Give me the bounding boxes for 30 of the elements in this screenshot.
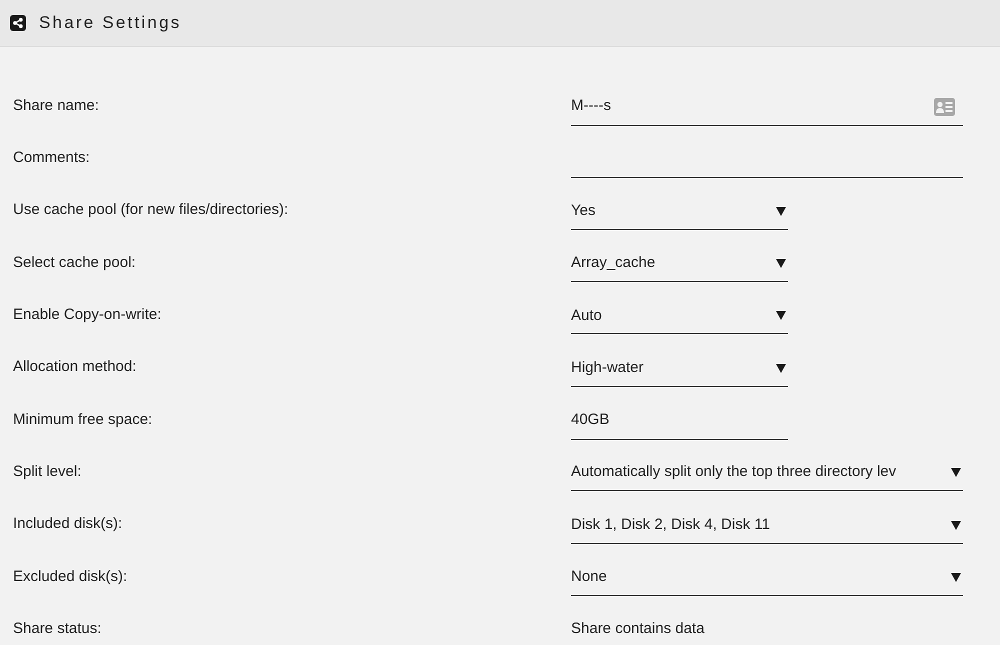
field-label: Share status: — [12, 618, 102, 639]
status-text: Share contains data — [571, 618, 704, 639]
field-label: Share name: — [12, 96, 100, 116]
field-label: Minimum free space: — [12, 410, 154, 430]
field-label: Enable Copy-on-write: — [12, 305, 162, 326]
dropdown[interactable]: Disk 1, Disk 2, Disk 4, Disk 11 — [571, 506, 963, 544]
dropdown[interactable]: Yes — [571, 192, 788, 230]
share-icon — [10, 15, 26, 31]
caret-icon — [951, 572, 961, 582]
caret-icon — [776, 311, 786, 320]
field-label: Comments: — [12, 148, 91, 168]
caret-icon — [951, 468, 961, 478]
field-label: Excluded disk(s): — [12, 566, 128, 587]
field-label: Select cache pool: — [12, 252, 137, 273]
field-label: Allocation method: — [12, 357, 138, 378]
dropdown[interactable]: Array_cache — [571, 244, 788, 282]
caret-icon — [776, 364, 786, 373]
caret-icon — [951, 520, 961, 530]
field-label: Use cache pool (for new files/directories): — [12, 200, 290, 220]
dropdown[interactable]: Auto — [571, 296, 788, 334]
page-title: Share Settings — [39, 12, 182, 34]
field-label: Split level: — [12, 462, 82, 482]
text-field[interactable]: M----s — [571, 86, 963, 126]
text-field[interactable]: 40GB — [571, 400, 788, 440]
dropdown[interactable]: Automatically split only the top three directory lev — [571, 453, 963, 492]
caret-icon — [776, 206, 786, 216]
dropdown[interactable]: None — [571, 558, 963, 596]
dropdown[interactable]: High-water — [571, 348, 788, 387]
field-label: Included disk(s): — [12, 514, 124, 534]
caret-icon — [776, 259, 786, 268]
